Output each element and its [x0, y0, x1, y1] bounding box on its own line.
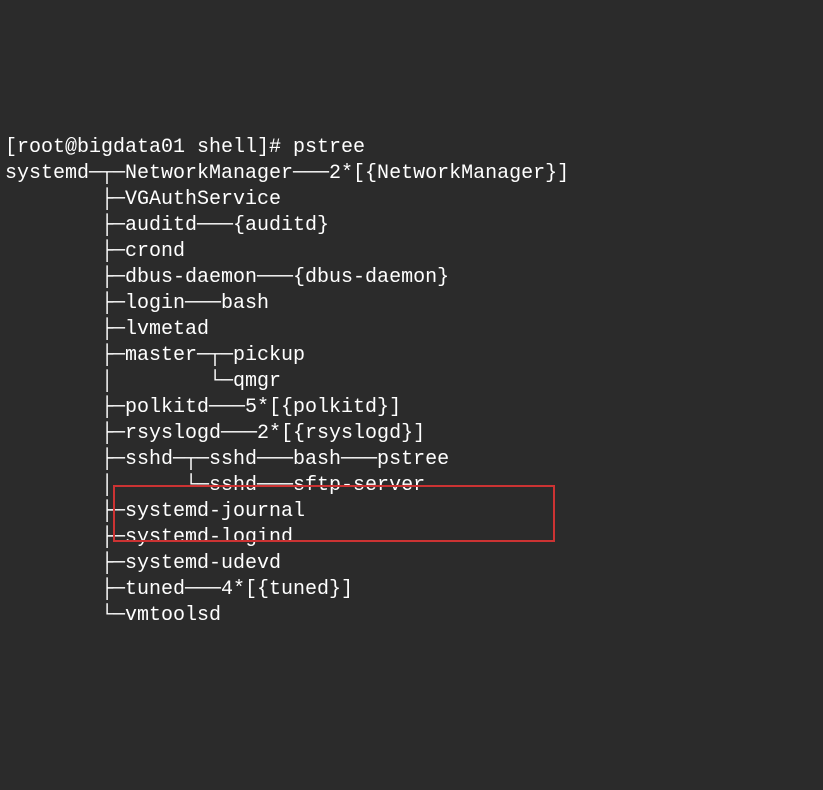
- pstree-line-16: ├─systemd-udevd: [5, 552, 281, 575]
- pstree-line-3: ├─auditd───{auditd}: [5, 214, 329, 237]
- pstree-line-12: ├─sshd─┬─sshd───bash───pstree: [5, 448, 449, 471]
- pstree-line-1: systemd─┬─NetworkManager───2*[{NetworkMa…: [5, 162, 569, 185]
- terminal-window: [root@bigdata01 shell]# pstree systemd─┬…: [5, 109, 818, 655]
- pstree-line-10: ├─polkitd───5*[{polkitd}]: [5, 396, 401, 419]
- pstree-line-2: ├─VGAuthService: [5, 188, 281, 211]
- pstree-line-6: ├─login───bash: [5, 292, 269, 315]
- pstree-line-7: ├─lvmetad: [5, 318, 209, 341]
- pstree-line-15: ├─systemd-logind: [5, 526, 293, 549]
- pstree-line-5: ├─dbus-daemon───{dbus-daemon}: [5, 266, 449, 289]
- shell-prompt: [root@bigdata01 shell]# pstree: [5, 136, 365, 159]
- pstree-line-18: └─vmtoolsd: [5, 604, 221, 627]
- pstree-line-14: ├─systemd-journal: [5, 500, 305, 523]
- pstree-line-13: │ └─sshd───sftp-server: [5, 474, 425, 497]
- pstree-line-17: ├─tuned───4*[{tuned}]: [5, 578, 353, 601]
- pstree-line-4: ├─crond: [5, 240, 185, 263]
- pstree-line-9: │ └─qmgr: [5, 370, 281, 393]
- pstree-line-8: ├─master─┬─pickup: [5, 344, 305, 367]
- pstree-line-11: ├─rsyslogd───2*[{rsyslogd}]: [5, 422, 425, 445]
